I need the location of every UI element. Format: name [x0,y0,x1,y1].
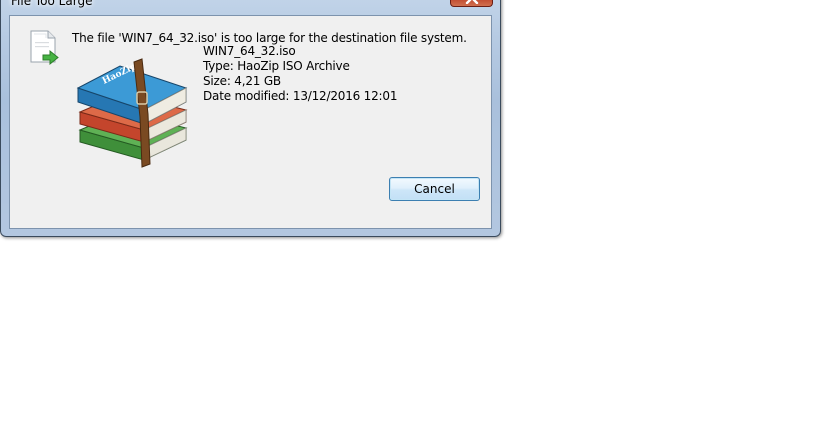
file-size: Size: 4,21 GB [203,74,281,88]
file-copy-arrow-icon [30,30,59,66]
file-name: WIN7_64_32.iso [203,44,296,58]
file-type: Type: HaoZip ISO Archive [203,59,350,73]
dialog-body: The file 'WIN7_64_32.iso' is too large f… [9,15,492,229]
close-button[interactable] [450,0,493,7]
file-details: WIN7_64_32.iso Type: HaoZip ISO Archive … [203,44,397,104]
haozip-archive-books-icon: HaoZip [76,58,188,168]
error-message: The file 'WIN7_64_32.iso' is too large f… [72,31,467,45]
window-title: File Too Large [11,0,93,8]
close-x-icon [465,0,479,4]
file-date-modified: Date modified: 13/12/2016 12:01 [203,89,398,103]
cancel-button[interactable]: Cancel [389,177,480,201]
title-bar[interactable]: File Too Large [1,0,500,13]
dialog-window: File Too Large The file 'WIN7_64_32.iso'… [0,0,501,237]
